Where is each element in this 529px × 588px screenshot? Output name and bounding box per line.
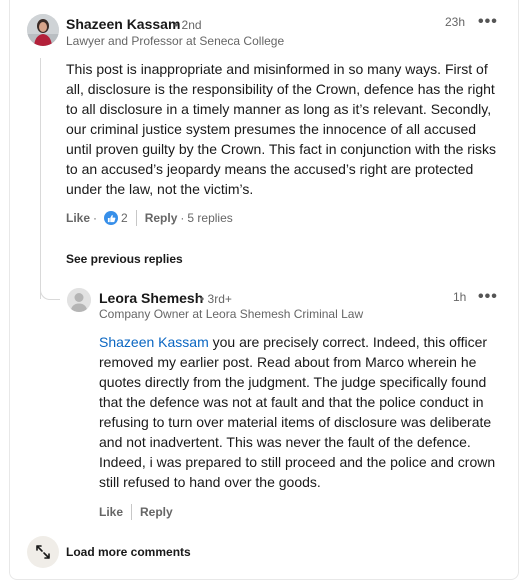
- replies-count[interactable]: 5 replies: [187, 211, 232, 225]
- like-button[interactable]: Like: [99, 505, 123, 519]
- comment-actions: Like · 2 Reply · 5 replies: [66, 210, 233, 226]
- separator-dot: ·: [93, 211, 98, 225]
- reply-line: removed my earlier post. Read about from…: [99, 354, 477, 370]
- avatar[interactable]: [27, 14, 59, 46]
- comment-line: our criminal justice system presumes the…: [66, 121, 477, 137]
- reply-author-name[interactable]: Leora Shemesh: [99, 290, 203, 306]
- author-headline: Lawyer and Professor at Seneca College: [66, 34, 285, 48]
- comment-author-name[interactable]: Shazeen Kassam: [66, 16, 180, 32]
- separator-dot: ·: [180, 211, 185, 225]
- comment-line: to an accused’s jeopardy means the accus…: [66, 161, 474, 177]
- load-more-comments-button[interactable]: Load more comments: [66, 545, 191, 559]
- reply-line: and not inadvertent. This was never the …: [99, 434, 471, 450]
- reply-body: Shazeen Kassam you are precisely correct…: [99, 332, 509, 492]
- thread-line: [40, 58, 41, 299]
- reply-button[interactable]: Reply: [140, 505, 173, 519]
- comment-timestamp: 23h: [445, 15, 466, 29]
- mention-link[interactable]: Shazeen Kassam: [99, 334, 209, 350]
- comment-line: until proven guilty by the Crown. This f…: [66, 141, 497, 157]
- reaction-count[interactable]: 2: [121, 211, 128, 225]
- reply-line: quotes directly from the judgment. The j…: [99, 374, 487, 390]
- thread-connector: [40, 286, 60, 300]
- avatar[interactable]: [67, 288, 91, 312]
- author-headline: Company Owner at Leora Shemesh Criminal …: [99, 307, 364, 321]
- action-divider: [131, 504, 133, 520]
- reply-line: Indeed, i was prepared to still proceed …: [99, 454, 496, 470]
- reply-button[interactable]: Reply: [145, 211, 178, 225]
- comment-body: This post is inappropriate and misinform…: [66, 59, 506, 199]
- comment-line: This post is inappropriate and misinform…: [66, 61, 488, 77]
- reply-line: refusing to turn over material items of …: [99, 414, 492, 430]
- thumbs-up-icon[interactable]: [104, 211, 119, 225]
- see-previous-replies-button[interactable]: See previous replies: [66, 252, 183, 266]
- expand-arrows-icon[interactable]: [27, 536, 59, 568]
- more-options-icon[interactable]: •••: [478, 14, 498, 30]
- comment-line: to all disclosure in a timely manner as …: [66, 101, 492, 117]
- more-options-icon[interactable]: •••: [478, 289, 498, 305]
- comment-line: all, disclosure is the responsibility of…: [66, 81, 495, 97]
- reply-line: you are precisely correct. Indeed, this …: [208, 334, 488, 350]
- reply-line: still refused to hand over the goods.: [99, 474, 321, 490]
- comment-line: under the law, not the victim’s.: [66, 181, 254, 197]
- default-person-icon: [67, 288, 91, 312]
- like-button[interactable]: Like: [66, 211, 90, 225]
- profile-photo-icon: [27, 14, 59, 46]
- reply-timestamp: 1h: [453, 290, 467, 304]
- connection-degree: • 2nd: [174, 18, 202, 32]
- action-divider: [135, 210, 137, 226]
- reply-line: that the defence was not at fault and th…: [99, 394, 484, 410]
- reply-actions: Like Reply: [99, 504, 173, 520]
- connection-degree: • 3rd+: [200, 292, 232, 306]
